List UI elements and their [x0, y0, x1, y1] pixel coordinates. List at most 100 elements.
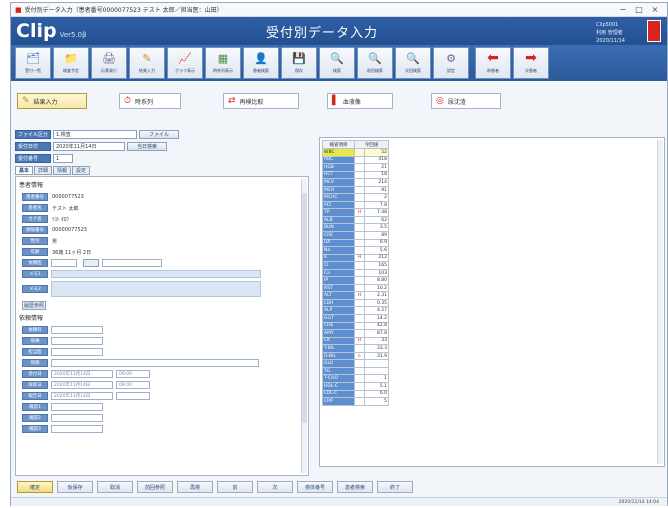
result-value-cell[interactable]: 52: [364, 148, 389, 157]
request-field-input[interactable]: [51, 348, 103, 356]
maximize-button[interactable]: □: [631, 5, 647, 14]
result-value-cell[interactable]: 1: [364, 374, 389, 383]
toolbar-button-7[interactable]: 💾 保存: [281, 47, 317, 79]
table-row[interactable]: WBC 52: [322, 148, 389, 157]
memo2-input[interactable]: [51, 281, 261, 297]
mode-button-1[interactable]: ⏱ 時系列: [119, 93, 181, 109]
number-input[interactable]: 1: [53, 154, 73, 163]
table-row[interactable]: ALB 62: [322, 215, 389, 225]
result-value-cell[interactable]: 87.8: [364, 329, 389, 338]
request-time-input[interactable]: [116, 392, 150, 400]
tab-detail[interactable]: 詳細: [34, 166, 52, 175]
mode-button-4[interactable]: ◎ 尿沈渣: [431, 93, 501, 109]
request-field-input[interactable]: 2020年11月14日: [51, 370, 113, 378]
result-value-cell[interactable]: 0.35: [364, 298, 389, 308]
bottom-button-1[interactable]: 仮保存: [57, 481, 93, 493]
result-value-cell[interactable]: [364, 359, 389, 368]
result-value-cell[interactable]: 42.8: [364, 321, 389, 331]
table-row[interactable]: CK H 33: [322, 336, 389, 346]
result-value-cell[interactable]: 7.48: [364, 208, 389, 217]
minimize-button[interactable]: −: [615, 5, 631, 14]
request-field-input[interactable]: [51, 414, 103, 422]
tab-basic[interactable]: 基本: [15, 166, 33, 175]
toolbar-button-11[interactable]: ⚙ 設定: [433, 47, 469, 79]
bottom-button-5[interactable]: 前: [217, 481, 253, 493]
request-field-input[interactable]: [51, 403, 103, 411]
result-value-cell[interactable]: 3.5: [364, 223, 389, 232]
bottom-button-7[interactable]: 検体番号: [297, 481, 333, 493]
request-field-input[interactable]: 2020年11月14日: [51, 392, 113, 400]
result-value-cell[interactable]: 21: [364, 163, 389, 172]
bottom-button-2[interactable]: 取消: [97, 481, 133, 493]
file-select-button[interactable]: ファイル: [139, 130, 179, 139]
toolbar-button-12[interactable]: ⬅ 前患者: [475, 47, 511, 79]
table-row[interactable]: AST 10.2: [322, 283, 389, 293]
result-value-cell[interactable]: 212: [364, 253, 389, 263]
panel-scroll-thumb[interactable]: [302, 193, 307, 423]
result-value-cell[interactable]: 5.1: [364, 381, 389, 391]
table-row[interactable]: HCT 18: [322, 170, 389, 180]
table-row[interactable]: CRP 5: [322, 397, 389, 406]
table-row[interactable]: MCH 91: [322, 185, 389, 195]
doctor-input[interactable]: [51, 259, 77, 267]
toolbar-button-5[interactable]: ▦ 時系列表示: [205, 47, 241, 79]
result-value-cell[interactable]: 33.3: [364, 344, 389, 353]
result-value-cell[interactable]: 89: [364, 231, 389, 240]
table-row[interactable]: CHE 42.8: [322, 321, 389, 331]
table-row[interactable]: MCHC 2: [322, 193, 389, 202]
toolbar-button-9[interactable]: 🔍 前回検索: [357, 47, 393, 79]
result-value-cell[interactable]: 31.9: [364, 351, 389, 361]
table-row[interactable]: IP 8.80: [322, 276, 389, 285]
bottom-button-6[interactable]: 次: [257, 481, 293, 493]
request-field-input[interactable]: 2020年11月14日: [51, 381, 113, 389]
result-value-cell[interactable]: 7.8: [364, 200, 389, 210]
toolbar-button-13[interactable]: ➡ 次患者: [513, 47, 549, 79]
table-row[interactable]: UA 6.9: [322, 238, 389, 248]
toolbar-button-3[interactable]: ✎ 結果入力: [129, 47, 165, 79]
table-row[interactable]: PLT 7.8: [322, 200, 389, 210]
date-input[interactable]: 2020年11月14日: [53, 142, 125, 151]
result-value-cell[interactable]: 91: [364, 185, 389, 195]
table-row[interactable]: Ca 103: [322, 268, 389, 278]
table-row[interactable]: Na 5.6: [322, 246, 389, 255]
table-row[interactable]: ALP 4.27: [322, 306, 389, 316]
table-row[interactable]: Cl 165: [322, 261, 389, 270]
table-row[interactable]: T-BIL 33.3: [322, 344, 389, 353]
table-row[interactable]: T-CHO 1: [322, 374, 389, 383]
table-row[interactable]: AMY 87.8: [322, 329, 389, 338]
mode-button-2[interactable]: ⇄ 再検比較: [223, 93, 299, 109]
today-search-button[interactable]: 当日検索: [127, 142, 167, 151]
table-row[interactable]: TP H 7.48: [322, 208, 389, 217]
table-row[interactable]: HGB 21: [322, 163, 389, 172]
result-value-cell[interactable]: 62: [364, 215, 389, 225]
bottom-button-8[interactable]: 患者検索: [337, 481, 373, 493]
table-row[interactable]: LDL-C 6.0: [322, 389, 389, 399]
bottom-button-0[interactable]: 確定: [17, 481, 53, 493]
close-button[interactable]: ×: [647, 5, 663, 14]
table-row[interactable]: CRE 89: [322, 231, 389, 240]
tab-info[interactable]: 情報: [53, 166, 71, 175]
table-row[interactable]: TG: [322, 366, 389, 376]
result-value-cell[interactable]: 8.80: [364, 276, 389, 285]
toolbar-button-0[interactable]: 🗂 受付一覧: [15, 47, 51, 79]
result-value-cell[interactable]: 103: [364, 268, 389, 278]
table-row[interactable]: GLU: [322, 359, 389, 368]
table-row[interactable]: MCV 214: [322, 178, 389, 187]
table-row[interactable]: HDL-C 5.1: [322, 381, 389, 391]
request-field-input[interactable]: [51, 337, 103, 345]
toolbar-button-2[interactable]: 🖨 伝票発行: [91, 47, 127, 79]
result-value-cell[interactable]: 33: [364, 336, 389, 346]
table-row[interactable]: RBC 418: [322, 155, 389, 165]
result-value-cell[interactable]: 214: [364, 178, 389, 187]
table-row[interactable]: K H 212: [322, 253, 389, 263]
exit-icon[interactable]: [647, 20, 661, 42]
request-time-input[interactable]: 09:00: [116, 381, 150, 389]
memo1-input[interactable]: [51, 270, 261, 278]
request-time-input[interactable]: 09:00: [116, 370, 150, 378]
bottom-button-9[interactable]: 終了: [377, 481, 413, 493]
file-type-select[interactable]: 1.検査: [53, 130, 137, 139]
toolbar-button-8[interactable]: 🔍 検索: [319, 47, 355, 79]
result-value-cell[interactable]: 10.2: [364, 283, 389, 293]
toolbar-button-6[interactable]: 👤 患者検索: [243, 47, 279, 79]
result-value-cell[interactable]: 2: [364, 193, 389, 202]
